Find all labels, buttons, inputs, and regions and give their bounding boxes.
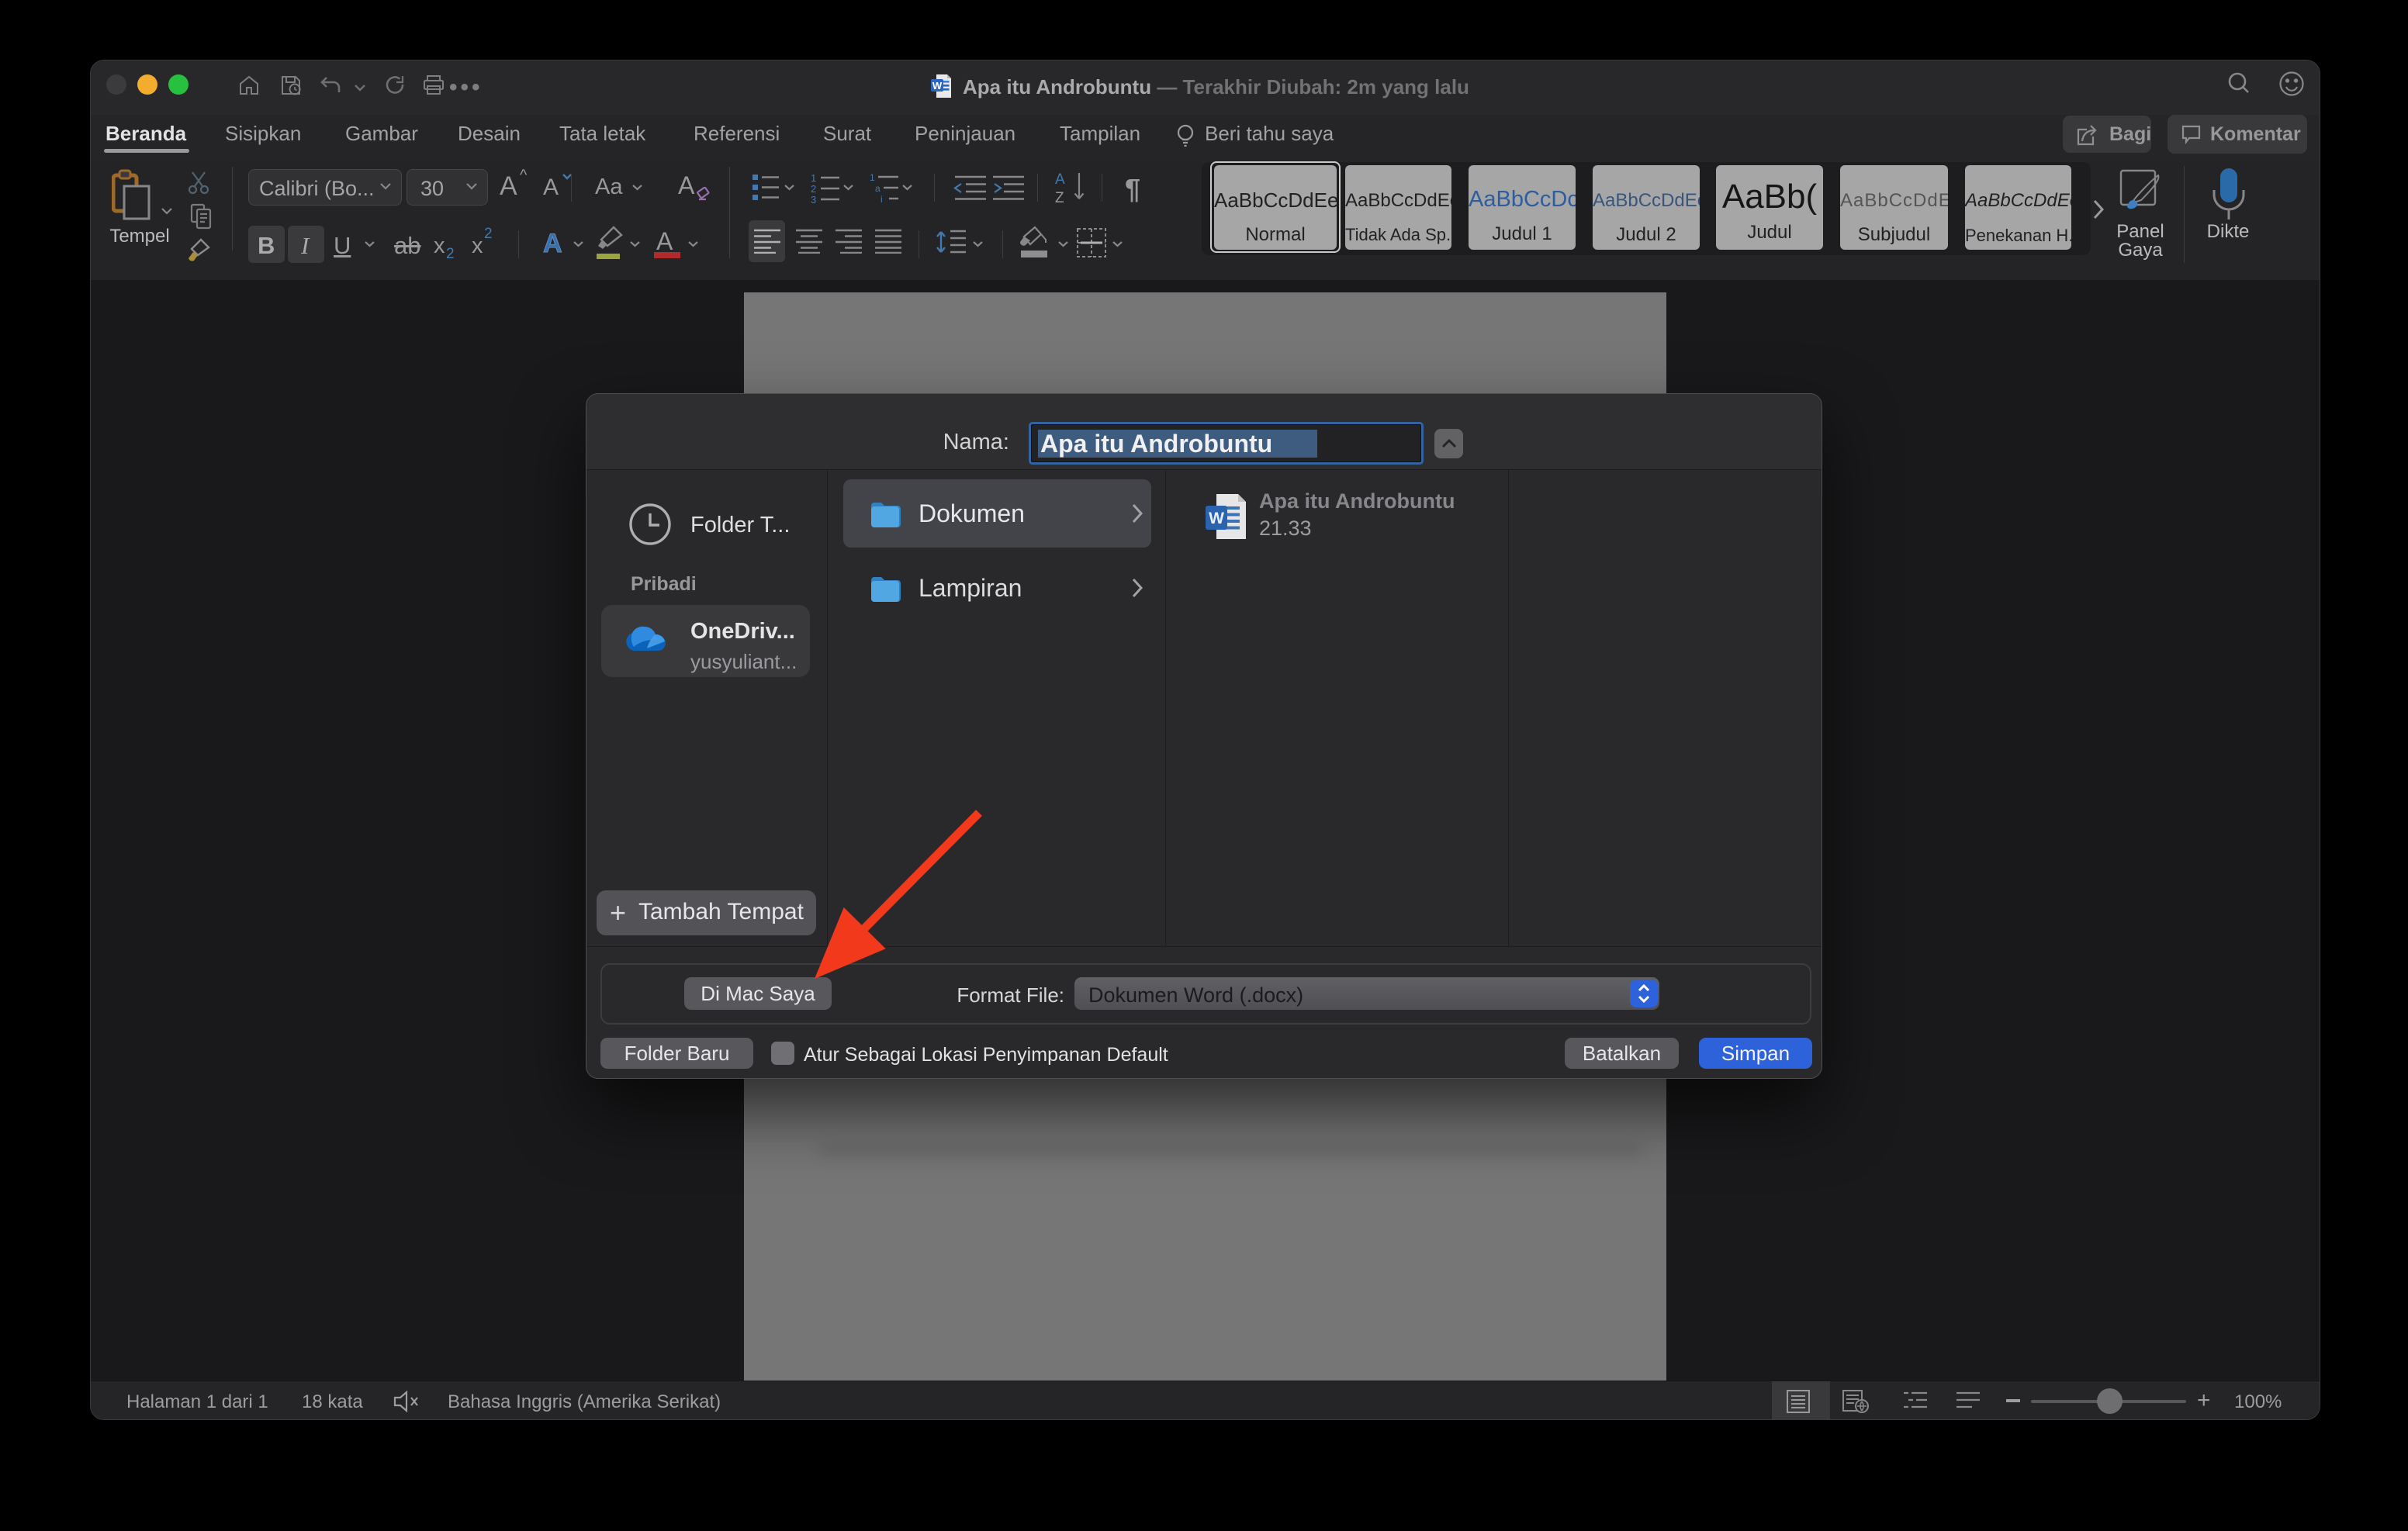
svg-text:1: 1 (811, 172, 816, 184)
svg-text:A: A (1055, 171, 1065, 188)
svg-text:W: W (1209, 510, 1224, 527)
svg-text:Z: Z (1055, 190, 1064, 206)
svg-text:a: a (875, 183, 881, 194)
svg-text:W: W (932, 80, 943, 92)
svg-text:2: 2 (811, 183, 816, 195)
svg-text:i: i (881, 194, 883, 204)
svg-text:1: 1 (870, 172, 875, 183)
svg-text:3: 3 (811, 194, 816, 204)
